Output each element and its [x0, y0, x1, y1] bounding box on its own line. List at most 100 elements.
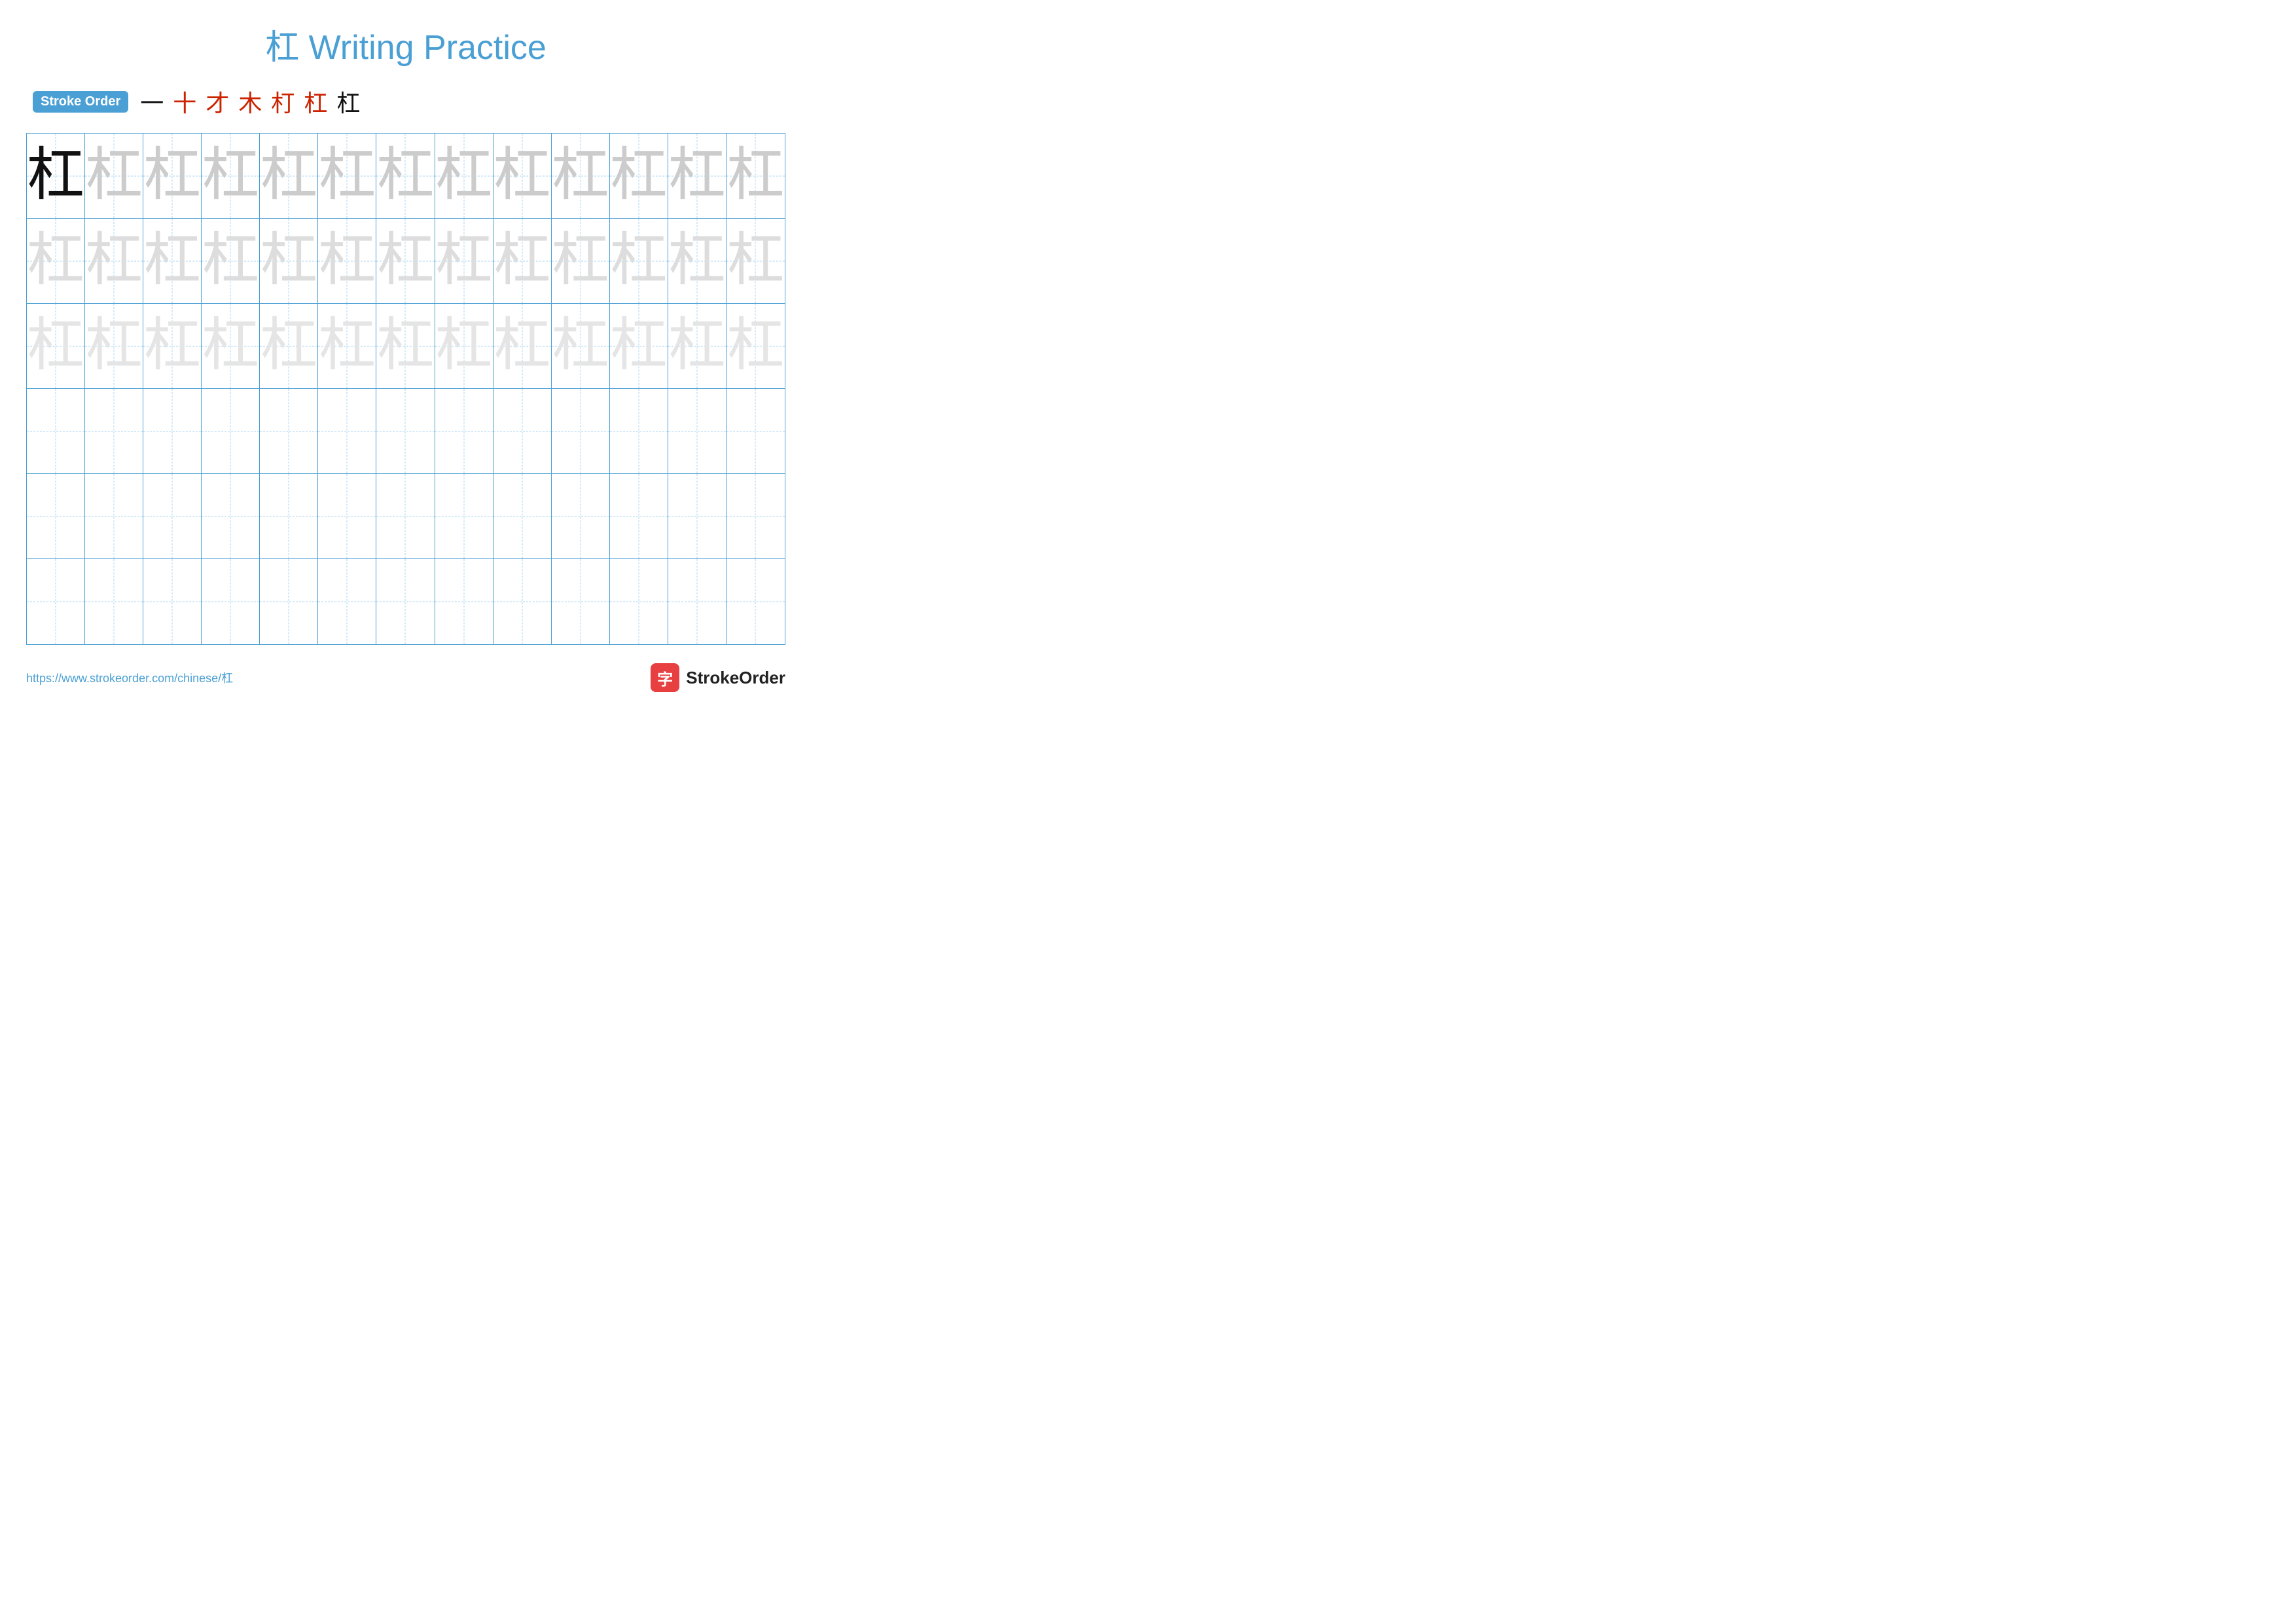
grid-cell[interactable] — [552, 389, 610, 473]
grid-cell: 杠 — [726, 134, 785, 218]
grid-cell[interactable] — [202, 559, 260, 644]
char-lighter: 杠 — [260, 232, 317, 290]
grid-cell[interactable] — [143, 389, 202, 473]
grid-cell[interactable] — [318, 559, 376, 644]
char-light: 杠 — [726, 147, 784, 205]
writing-grid: 杠 杠 杠 杠 杠 杠 杠 杠 杠 杠 杠 杠 — [26, 133, 785, 645]
char-faint: 杠 — [27, 318, 84, 375]
stroke-5: 朾 — [271, 84, 295, 119]
grid-cell[interactable] — [85, 474, 143, 558]
stroke-order-row: Stroke Order 一 十 才 木 朾 杠 杠 — [33, 84, 785, 119]
grid-cell[interactable] — [493, 559, 552, 644]
grid-cell: 杠 — [493, 304, 552, 388]
grid-row-4 — [27, 389, 785, 474]
grid-cell[interactable] — [668, 559, 726, 644]
grid-cell: 杠 — [85, 219, 143, 303]
grid-cell[interactable] — [668, 474, 726, 558]
grid-cell[interactable] — [610, 474, 668, 558]
grid-cell[interactable] — [376, 389, 435, 473]
footer: https://www.strokeorder.com/chinese/杠 字 … — [26, 663, 785, 692]
grid-cell[interactable] — [143, 559, 202, 644]
grid-cell[interactable] — [27, 474, 85, 558]
char-faint: 杠 — [552, 318, 609, 375]
grid-cell[interactable] — [27, 559, 85, 644]
grid-cell[interactable] — [435, 559, 493, 644]
stroke-7: 杠 — [336, 84, 360, 119]
grid-cell: 杠 — [726, 304, 785, 388]
grid-cell: 杠 — [143, 219, 202, 303]
footer-logo: 字 StrokeOrder — [651, 663, 785, 692]
char-light: 杠 — [552, 147, 609, 205]
grid-cell[interactable] — [260, 389, 318, 473]
char-light: 杠 — [85, 147, 143, 205]
char-light: 杠 — [435, 147, 493, 205]
grid-cell[interactable] — [493, 474, 552, 558]
grid-row-6 — [27, 559, 785, 644]
char-dark: 杠 — [27, 147, 84, 205]
grid-cell: 杠 — [376, 134, 435, 218]
grid-cell: 杠 — [318, 134, 376, 218]
grid-cell: 杠 — [85, 304, 143, 388]
char-faint: 杠 — [260, 318, 317, 375]
grid-cell: 杠 — [202, 134, 260, 218]
char-faint: 杠 — [318, 318, 376, 375]
grid-cell: 杠 — [260, 304, 318, 388]
grid-cell[interactable] — [27, 389, 85, 473]
grid-cell[interactable] — [260, 474, 318, 558]
grid-cell: 杠 — [27, 304, 85, 388]
char-lighter: 杠 — [726, 232, 784, 290]
grid-cell[interactable] — [318, 474, 376, 558]
grid-cell[interactable] — [318, 389, 376, 473]
grid-cell[interactable] — [610, 559, 668, 644]
grid-cell[interactable] — [202, 474, 260, 558]
stroke-sequence: 一 十 才 木 朾 杠 杠 — [140, 84, 360, 119]
char-light: 杠 — [610, 147, 668, 205]
grid-cell: 杠 — [668, 219, 726, 303]
grid-cell[interactable] — [143, 474, 202, 558]
grid-cell: 杠 — [143, 304, 202, 388]
grid-cell: 杠 — [610, 134, 668, 218]
char-faint: 杠 — [143, 318, 201, 375]
stroke-1: 一 — [140, 84, 164, 119]
char-light: 杠 — [260, 147, 317, 205]
char-lighter: 杠 — [493, 232, 551, 290]
grid-cell: 杠 — [318, 304, 376, 388]
grid-cell: 杠 — [493, 134, 552, 218]
char-light: 杠 — [202, 147, 259, 205]
grid-cell[interactable] — [726, 474, 785, 558]
grid-cell[interactable] — [202, 389, 260, 473]
grid-cell[interactable] — [552, 559, 610, 644]
footer-url[interactable]: https://www.strokeorder.com/chinese/杠 — [26, 669, 233, 686]
grid-cell[interactable] — [435, 474, 493, 558]
grid-cell[interactable] — [493, 389, 552, 473]
grid-cell: 杠 — [376, 304, 435, 388]
grid-cell[interactable] — [610, 389, 668, 473]
grid-cell[interactable] — [85, 389, 143, 473]
grid-cell[interactable] — [726, 389, 785, 473]
grid-cell[interactable] — [435, 389, 493, 473]
grid-cell[interactable] — [552, 474, 610, 558]
char-light: 杠 — [376, 147, 434, 205]
grid-cell[interactable] — [376, 474, 435, 558]
grid-cell[interactable] — [668, 389, 726, 473]
grid-cell[interactable] — [726, 559, 785, 644]
grid-cell: 杠 — [260, 219, 318, 303]
char-faint: 杠 — [85, 318, 143, 375]
char-lighter: 杠 — [202, 232, 259, 290]
grid-row-1: 杠 杠 杠 杠 杠 杠 杠 杠 杠 杠 杠 杠 — [27, 134, 785, 219]
char-light: 杠 — [143, 147, 201, 205]
grid-cell: 杠 — [552, 134, 610, 218]
char-lighter: 杠 — [552, 232, 609, 290]
stroke-3: 才 — [206, 84, 229, 119]
char-light: 杠 — [318, 147, 376, 205]
grid-cell: 杠 — [552, 219, 610, 303]
grid-cell[interactable] — [85, 559, 143, 644]
grid-cell[interactable] — [260, 559, 318, 644]
char-lighter: 杠 — [85, 232, 143, 290]
char-faint: 杠 — [493, 318, 551, 375]
char-faint: 杠 — [435, 318, 493, 375]
grid-cell[interactable] — [376, 559, 435, 644]
grid-cell: 杠 — [27, 219, 85, 303]
grid-cell: 杠 — [610, 304, 668, 388]
char-lighter: 杠 — [27, 232, 84, 290]
